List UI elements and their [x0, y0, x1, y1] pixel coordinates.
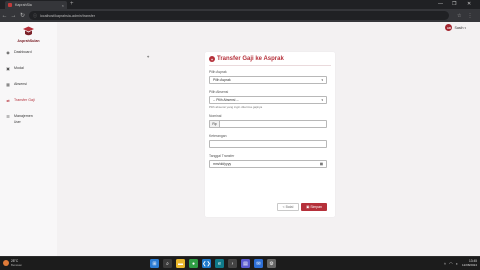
system-tray: ˄ ◠ ◖ 13:45 12/08/2024: [444, 259, 477, 267]
transfer-form-card: + Transfer Gaji ke Asprak Pilih Asprak P…: [205, 52, 335, 217]
sidebar-item-transfer-gaji[interactable]: ⇄ Transfer Gaji: [5, 98, 35, 103]
sidebar-item-sublabel: User: [14, 120, 21, 124]
clock[interactable]: 13:45 12/08/2024: [462, 259, 477, 267]
close-window-button[interactable]: ✕: [467, 1, 471, 8]
browser-menu-icon[interactable]: ⋮: [467, 13, 472, 19]
save-button-label: Simpan: [310, 205, 322, 209]
mail-icon[interactable]: ✉: [254, 259, 263, 268]
chevron-down-icon: ▾: [464, 25, 466, 30]
vscode-icon[interactable]: ❮❯: [202, 259, 211, 268]
tab-title: KaprahSia: [15, 3, 32, 7]
tanggal-transfer-label: Tanggal Transfer: [209, 154, 235, 158]
chevron-up-icon[interactable]: ˄: [444, 261, 446, 266]
calendar-icon: ▦: [6, 82, 10, 87]
sidebar-item-label: Manajemen: [14, 114, 33, 118]
sidebar-item-absensi[interactable]: ▦ Absensi: [5, 82, 27, 87]
store-icon[interactable]: ▤: [241, 259, 250, 268]
pilih-absensi-label: Pilih Absensi: [209, 90, 229, 94]
plus-circle-icon: +: [209, 56, 215, 62]
users-icon: ☰: [6, 114, 10, 119]
tab-close-icon[interactable]: ×: [62, 3, 64, 8]
keterangan-label: Keterangan: [209, 134, 227, 138]
divider: [209, 65, 331, 66]
browser-tab[interactable]: KaprahSia ×: [5, 1, 67, 9]
pilih-absensi-help: Pilih absensi yang ingin diterima gajiny…: [209, 105, 263, 109]
file-explorer-icon[interactable]: ▬: [176, 259, 185, 268]
sidebar-item-label: Transfer Gaji: [14, 98, 35, 102]
currency-prefix: Rp: [209, 120, 219, 128]
user-name: Sasih: [454, 25, 464, 30]
weather-description: Berawan: [11, 263, 23, 267]
form-header: + Transfer Gaji ke Asprak: [209, 56, 284, 62]
sidebar-item-label: Modal: [14, 66, 24, 70]
app-viewport: AsprahSulan ◉ Dashboard ▣ Modal ▦ Absens…: [0, 22, 480, 256]
nominal-label: Nominal: [209, 114, 222, 118]
tab-favicon-icon: [8, 3, 12, 7]
search-icon[interactable]: ⌕: [163, 259, 172, 268]
terminal-icon[interactable]: ›: [228, 259, 237, 268]
brand-name: AsprahSulan: [17, 39, 40, 43]
minimize-button[interactable]: —: [438, 1, 443, 8]
address-url: localhost/kaprahsia-admin/transfer: [40, 13, 95, 18]
forward-arrow-icon[interactable]: →: [9, 13, 18, 19]
new-tab-button[interactable]: +: [70, 1, 74, 8]
sidebar-item-label: Dashboard: [14, 50, 32, 54]
windows-start-icon[interactable]: ⊞: [150, 259, 159, 268]
sidebar-item-manajemen-user[interactable]: ☰ Manajemen User: [5, 114, 33, 124]
taskbar-apps: ⊞ ⌕ ▬ ● ❮❯ e › ▤ ✉ ⚙: [150, 259, 276, 268]
transfer-icon: ⇄: [6, 98, 10, 103]
nominal-input-group: Rp: [209, 120, 327, 128]
page-title: Transfer Gaji ke Asprak: [217, 56, 284, 62]
wifi-icon[interactable]: ◠: [449, 261, 453, 266]
settings-icon[interactable]: ⚙: [267, 259, 276, 268]
back-arrow-icon[interactable]: ←: [0, 13, 9, 19]
clock-date: 12/08/2024: [461, 263, 477, 267]
user-menu[interactable]: AD Sasih ▾: [445, 24, 466, 31]
tanggal-transfer-input[interactable]: mm/dd/yyyy ▦: [209, 160, 327, 168]
address-bar[interactable]: ⓘ localhost/kaprahsia-admin/transfer: [29, 11, 449, 20]
keterangan-input[interactable]: [209, 140, 327, 148]
reload-icon[interactable]: ↻: [18, 12, 27, 19]
mouse-cursor-icon: ⌖: [147, 54, 150, 59]
save-button[interactable]: ▣ Simpan: [301, 203, 327, 211]
maximize-button[interactable]: ❐: [452, 1, 456, 8]
sidebar-item-modal[interactable]: ▣ Modal: [5, 66, 24, 71]
edge-icon[interactable]: e: [215, 259, 224, 268]
volume-icon[interactable]: ◖: [456, 261, 458, 266]
chrome-icon[interactable]: ●: [189, 259, 198, 268]
tanggal-transfer-value: mm/dd/yyyy: [213, 162, 232, 166]
pilih-asprak-label: Pilih Asprak: [209, 70, 227, 74]
weather-widget[interactable]: 28°C Berawan: [3, 259, 22, 267]
browser-tab-bar: KaprahSia × + — ❐ ✕: [0, 0, 480, 9]
weather-sun-icon: [3, 260, 9, 266]
nominal-input[interactable]: [219, 120, 327, 128]
brand-logo-icon: [23, 26, 34, 36]
save-icon: ▣: [306, 205, 310, 209]
taskbar: 28°C Berawan ⊞ ⌕ ▬ ● ❮❯ e › ▤ ✉ ⚙ ˄ ◠ ◖ 13:45 12/…: [0, 256, 480, 270]
site-info-icon[interactable]: ⓘ: [33, 13, 37, 19]
calendar-icon[interactable]: ▦: [320, 162, 323, 166]
sidebar: AsprahSulan ◉ Dashboard ▣ Modal ▦ Absens…: [0, 22, 57, 256]
pilih-asprak-value: Pilih Asprak: [213, 78, 231, 82]
dashboard-icon: ◉: [6, 50, 10, 55]
sidebar-item-label: Absensi: [14, 82, 27, 86]
sidebar-item-dashboard[interactable]: ◉ Dashboard: [5, 50, 32, 55]
browser-toolbar: ← → ↻ ⓘ localhost/kaprahsia-admin/transf…: [0, 9, 480, 22]
pilih-asprak-select[interactable]: Pilih Asprak ▾: [209, 76, 327, 84]
chevron-down-icon: ▾: [321, 78, 323, 82]
chevron-down-icon: ▾: [321, 98, 323, 102]
pilih-absensi-value: -- Pilih Absensi --: [213, 98, 239, 102]
wallet-icon: ▣: [6, 66, 10, 71]
pilih-absensi-select[interactable]: -- Pilih Absensi -- ▾: [209, 96, 327, 104]
avatar: AD: [445, 24, 453, 31]
bookmark-star-icon[interactable]: ☆: [457, 13, 461, 19]
cancel-button[interactable]: < Batal: [277, 203, 299, 211]
